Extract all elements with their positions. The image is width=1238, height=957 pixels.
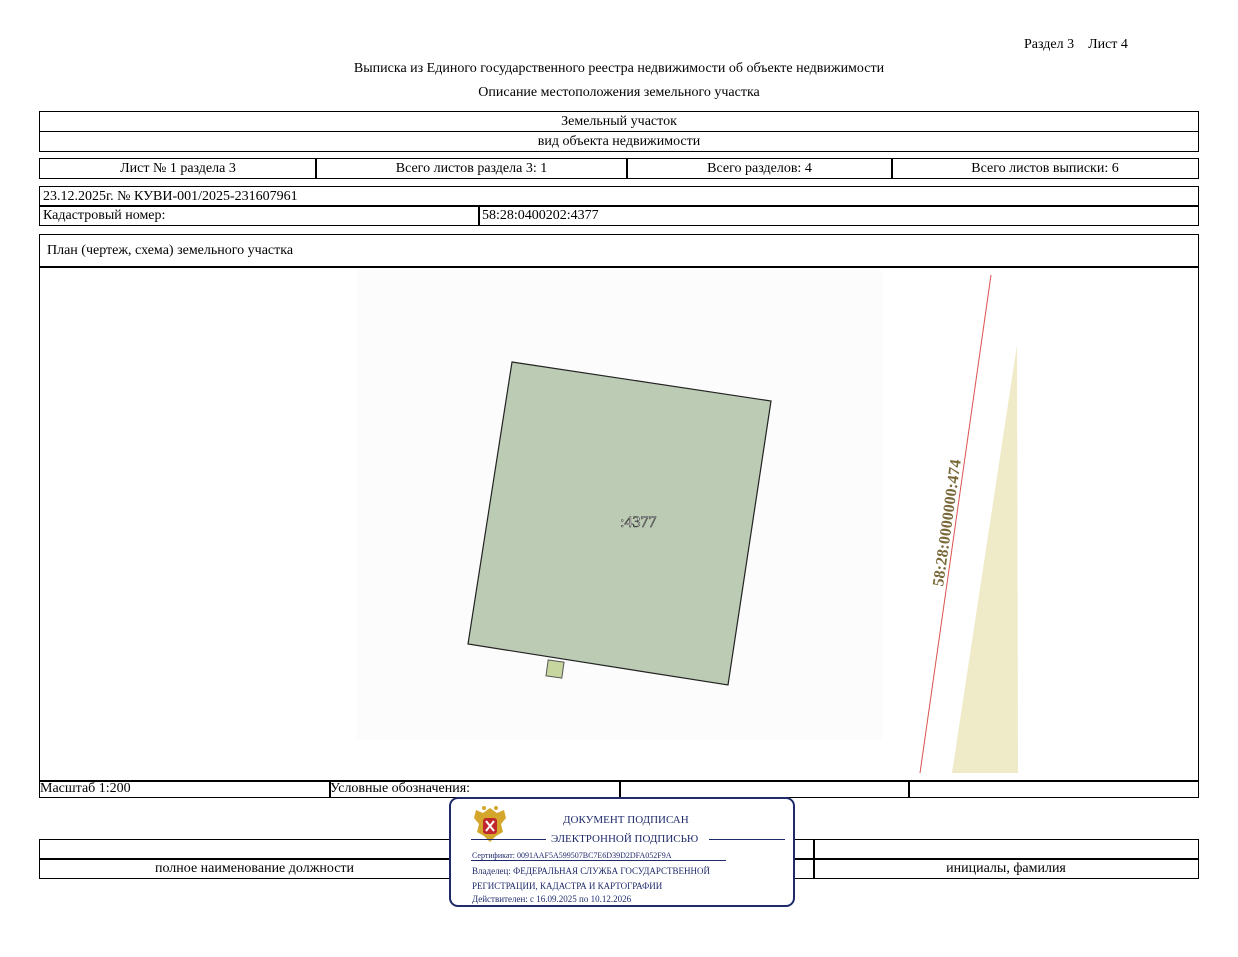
stamp-line1: ДОКУМЕНТ ПОДПИСАН: [563, 814, 689, 826]
legend-cell-2: [619, 780, 910, 798]
stamp-owner-line2: РЕГИСТРАЦИИ, КАДАСТРА И КАРТОГРАФИИ: [472, 881, 663, 891]
parcel-label: :4377: [620, 514, 657, 532]
stamp-valid: Действителен: с 16.09.2025 по 10.12.2026: [472, 894, 632, 904]
signature-stamp: ДОКУМЕНТ ПОДПИСАН ЭЛЕКТРОННОЙ ПОДПИСЬЮ С…: [449, 797, 795, 907]
scale-label: Масштаб 1:200: [39, 780, 331, 798]
stamp-line2: ЭЛЕКТРОННОЙ ПОДПИСЬЮ: [551, 833, 699, 845]
stamp-line-left: [471, 839, 546, 840]
legend-cell-3: [908, 780, 1199, 798]
neighbor-parcel-area: [952, 345, 1018, 773]
stamp-owner-line1: Владелец: ФЕДЕРАЛЬНАЯ СЛУЖБА ГОСУДАРСТВЕ…: [472, 866, 711, 876]
legend-label: Условные обозначения:: [329, 780, 621, 798]
stamp-certificate: Сертификат: 0091AAF5A599507BC7E6D39D2DFA…: [472, 851, 672, 860]
small-structure: [545, 659, 565, 679]
coat-of-arms-icon: [474, 806, 506, 842]
stamp-line-right: [709, 839, 785, 840]
stamp-separator: [471, 860, 726, 861]
name-value-cell: [813, 839, 1199, 860]
name-caption: инициалы, фамилия: [813, 858, 1199, 879]
